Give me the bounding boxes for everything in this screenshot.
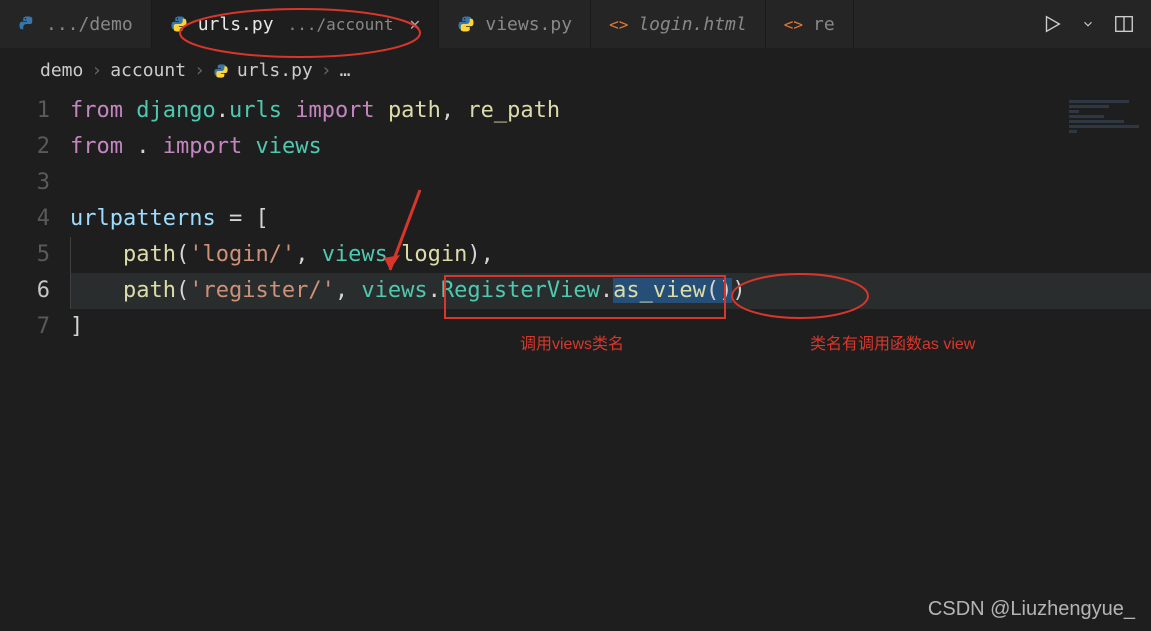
line-number: 3 xyxy=(0,165,50,201)
code-line[interactable]: from . import views xyxy=(70,129,1151,165)
code-line[interactable]: path('register/', views.RegisterView.as_… xyxy=(70,273,1151,309)
split-editor-icon[interactable] xyxy=(1113,13,1135,35)
tab-bar: .../demo urls.py .../account ✕ views.py … xyxy=(0,0,1151,48)
run-icon[interactable] xyxy=(1041,13,1063,35)
code-icon: <> xyxy=(609,15,628,34)
line-number: 7 xyxy=(0,309,50,345)
close-icon[interactable]: ✕ xyxy=(410,14,421,35)
tab-label: login.html xyxy=(638,14,746,35)
line-number: 6 xyxy=(0,273,50,309)
tab-subpath: .../account xyxy=(288,15,394,34)
line-number: 5 xyxy=(0,237,50,273)
tab-label: .../demo xyxy=(46,14,133,35)
code-area[interactable]: from django.urls import path, re_pathfro… xyxy=(70,93,1151,345)
code-line[interactable]: ] xyxy=(70,309,1151,345)
breadcrumb[interactable]: demo › account › urls.py › … xyxy=(0,48,1151,93)
line-number-gutter: 1234567 xyxy=(0,93,70,345)
tab-re[interactable]: <> re xyxy=(766,0,854,48)
tab-label: re xyxy=(813,14,835,35)
code-line[interactable]: path('login/', views.login), xyxy=(70,237,1151,273)
breadcrumb-file[interactable]: urls.py xyxy=(237,60,313,81)
chevron-right-icon: › xyxy=(194,60,205,81)
tab-label: views.py xyxy=(485,14,572,35)
python-icon xyxy=(170,15,188,33)
line-number: 4 xyxy=(0,201,50,237)
code-line[interactable]: urlpatterns = [ xyxy=(70,201,1151,237)
line-number: 1 xyxy=(0,93,50,129)
chevron-right-icon: › xyxy=(321,60,332,81)
code-icon: <> xyxy=(784,15,803,34)
python-icon xyxy=(18,15,36,33)
tab-urls-account[interactable]: urls.py .../account ✕ xyxy=(152,0,440,48)
editor-actions xyxy=(1025,0,1151,48)
chevron-right-icon: › xyxy=(91,60,102,81)
python-icon xyxy=(213,63,229,79)
python-icon xyxy=(457,15,475,33)
code-line[interactable]: from django.urls import path, re_path xyxy=(70,93,1151,129)
watermark: CSDN @Liuzhengyue_ xyxy=(928,598,1135,621)
code-line[interactable] xyxy=(70,165,1151,201)
breadcrumb-part[interactable]: demo xyxy=(40,60,83,81)
breadcrumb-part[interactable]: account xyxy=(110,60,186,81)
breadcrumb-more[interactable]: … xyxy=(340,60,351,81)
chevron-down-icon[interactable] xyxy=(1081,17,1095,31)
line-number: 2 xyxy=(0,129,50,165)
tab-login-html[interactable]: <> login.html xyxy=(591,0,766,48)
tab-demo[interactable]: .../demo xyxy=(0,0,152,48)
minimap[interactable] xyxy=(1069,100,1149,130)
tab-views[interactable]: views.py xyxy=(439,0,591,48)
tab-label: urls.py xyxy=(198,14,274,35)
code-editor[interactable]: 1234567 from django.urls import path, re… xyxy=(0,93,1151,345)
